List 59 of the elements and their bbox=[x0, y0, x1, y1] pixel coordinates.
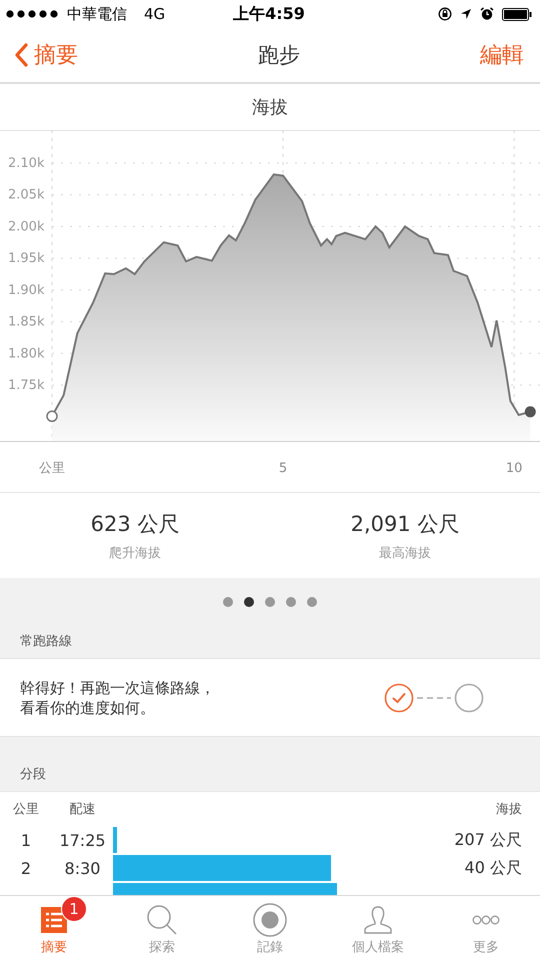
end-marker bbox=[524, 406, 536, 418]
chart-title: 海拔 bbox=[252, 96, 288, 119]
y-tick-label: 2.00k bbox=[8, 219, 44, 234]
back-button[interactable]: 摘要 bbox=[14, 40, 78, 70]
stat-value: 623 公尺 bbox=[90, 510, 180, 538]
list-icon bbox=[41, 907, 67, 933]
y-tick-label: 1.90k bbox=[8, 282, 44, 298]
dashed-connector bbox=[416, 696, 452, 700]
table-cell: 8:30 bbox=[64, 858, 100, 878]
record-icon bbox=[253, 903, 287, 937]
alarm-icon bbox=[480, 7, 494, 21]
page-dot[interactable] bbox=[244, 597, 254, 607]
tab-item[interactable]: 個人檔案 bbox=[324, 896, 432, 960]
notification-badge: 1 bbox=[61, 896, 87, 922]
y-tick-label: 1.75k bbox=[8, 378, 44, 394]
y-tick-label: 1.95k bbox=[8, 251, 44, 266]
pace-bar bbox=[113, 827, 117, 853]
battery-icon bbox=[502, 8, 532, 20]
network-type: 4G bbox=[144, 5, 166, 23]
page-dot[interactable] bbox=[223, 597, 233, 607]
location-arrow-icon bbox=[460, 8, 472, 20]
y-tick-label: 2.10k bbox=[8, 156, 44, 171]
table-cell: 40 公尺 bbox=[464, 858, 522, 876]
y-tick-label: 1.85k bbox=[8, 314, 44, 330]
page-dot[interactable] bbox=[265, 597, 275, 607]
page-dot[interactable] bbox=[307, 597, 317, 607]
x-tick-label: 公里 bbox=[39, 461, 65, 476]
table-cell: 17:25 bbox=[59, 830, 106, 850]
table-cell: 1 bbox=[20, 830, 32, 850]
column-header: 配速 bbox=[68, 801, 96, 818]
column-header: 海拔 bbox=[495, 801, 523, 818]
chevron-left-icon bbox=[14, 43, 28, 67]
screen-title: 跑步 bbox=[258, 42, 300, 69]
tab-item[interactable]: 記錄 bbox=[216, 896, 324, 960]
table-cell: 207 公尺 bbox=[454, 830, 522, 848]
tab-item[interactable]: 1 摘要 bbox=[0, 896, 108, 960]
stat-label: 最高海拔 bbox=[379, 544, 431, 562]
more-icon bbox=[472, 915, 500, 925]
stat-value: 2,091 公尺 bbox=[350, 510, 460, 538]
page-dot[interactable] bbox=[286, 597, 296, 607]
section-title: 分段 bbox=[19, 766, 47, 783]
tab-item[interactable]: 更多 bbox=[432, 896, 540, 960]
carrier-name: 中華電信 bbox=[67, 4, 127, 24]
column-header: 公里 bbox=[12, 801, 40, 818]
start-marker bbox=[46, 410, 58, 422]
y-tick-label: 1.80k bbox=[8, 346, 44, 362]
x-tick-label: 5 bbox=[278, 461, 288, 476]
search-icon bbox=[146, 904, 178, 936]
person-icon bbox=[363, 905, 393, 935]
y-tick-label: 2.05k bbox=[8, 188, 44, 203]
status-time: 上午4:59 bbox=[233, 4, 305, 24]
table-cell: 2 bbox=[20, 858, 32, 878]
section-title: 常跑路線 bbox=[19, 633, 73, 650]
tab-item[interactable]: 探索 bbox=[108, 896, 216, 960]
x-tick-label: 10 bbox=[506, 461, 522, 476]
stat-label: 爬升海拔 bbox=[109, 544, 161, 562]
edit-button[interactable]: 編輯 bbox=[480, 40, 524, 70]
route-message: 幹得好！再跑一次這條路線，看看你的進度如何。 bbox=[20, 678, 216, 718]
rotation-lock-icon bbox=[438, 7, 452, 21]
